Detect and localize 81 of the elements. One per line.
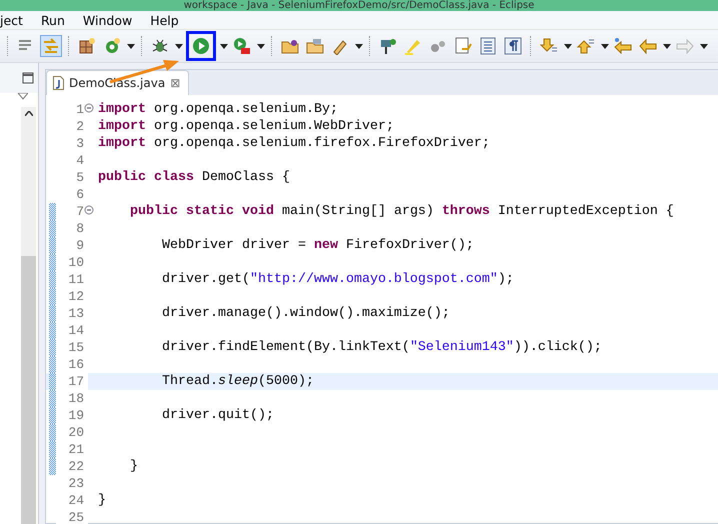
triangle-down-icon[interactable] <box>18 93 28 100</box>
caret-icon[interactable] <box>355 44 363 48</box>
line-number: 8 <box>76 221 84 236</box>
line-number: 7 <box>76 204 84 219</box>
line-number: 10 <box>68 255 84 270</box>
code-line: import org.openqa.selenium.WebDriver; <box>98 119 394 134</box>
line-number: 15 <box>68 340 84 355</box>
line-number: 3 <box>76 136 84 151</box>
code-line: public class DemoClass { <box>98 170 290 185</box>
code-line: import org.openqa.selenium.By; <box>98 102 338 117</box>
line-number: 25 <box>68 510 84 524</box>
circle-arrow-icon <box>103 37 121 55</box>
grid-icon <box>78 37 96 55</box>
code-line: } <box>128 459 138 474</box>
back-arrow-icon <box>614 37 632 55</box>
line-number: 16 <box>68 357 84 372</box>
back-arrow-icon <box>639 37 657 55</box>
line-number: 17 <box>68 374 84 389</box>
line-number: 5 <box>76 170 84 185</box>
line-number: 6 <box>76 187 84 202</box>
scrollbar[interactable] <box>21 107 36 524</box>
line-number: 9 <box>76 238 84 253</box>
code-line: WebDriver driver = new FirefoxDriver(); <box>160 238 474 253</box>
code-line: driver.manage().window().maximize(); <box>160 306 450 321</box>
line-number: 24 <box>68 493 84 508</box>
arrows-icon <box>42 37 60 55</box>
line-number: 23 <box>68 476 84 491</box>
toolbar-button[interactable] <box>502 35 524 57</box>
menu-item[interactable]: Run <box>40 12 65 28</box>
code-line: } <box>98 493 106 508</box>
bug-icon <box>151 37 169 55</box>
code-line: driver.get("http://www.omayo.blogspot.com"); <box>160 272 514 287</box>
code-line: driver.findElement(By.linkText("Selenium143")).click(); <box>160 340 602 355</box>
code-line: Thread.sleep(5000); <box>160 374 314 389</box>
menu-item[interactable]: Help <box>150 12 179 28</box>
up-arrow-icon <box>577 37 595 55</box>
java-file-icon <box>53 76 64 90</box>
caret-icon[interactable] <box>700 44 708 48</box>
document-arrow-icon <box>454 37 472 55</box>
line-number: 2 <box>76 119 84 134</box>
caret-icon[interactable] <box>220 44 228 48</box>
code-line: import org.openqa.selenium.firefox.FirefoxDriver; <box>98 136 490 151</box>
run-toolbox-icon <box>233 37 251 55</box>
menu-item[interactable]: Window <box>82 12 132 28</box>
run-icon <box>192 37 210 55</box>
line-number: 14 <box>68 323 84 338</box>
window-title: workspace - Java - SeleniumFirefoxDemo/src/DemoClass.java - Eclipse <box>184 0 534 11</box>
line-number: 19 <box>68 408 84 423</box>
menu-item[interactable]: ject <box>0 12 23 28</box>
line-number: 12 <box>68 289 84 304</box>
caret-icon[interactable] <box>601 44 609 48</box>
scroll-up-icon[interactable] <box>24 111 32 116</box>
caret-icon[interactable] <box>564 44 572 48</box>
line-number: 22 <box>68 459 84 474</box>
line-number: 13 <box>68 306 84 321</box>
line-number: 18 <box>68 391 84 406</box>
flashlight-icon <box>379 37 397 55</box>
line-number: 1 <box>76 102 84 117</box>
caret-icon[interactable] <box>127 44 135 48</box>
folder-icon <box>306 37 324 55</box>
caret-icon[interactable] <box>175 44 183 48</box>
code-line: public static void main(String[] args) throws InterruptedException { <box>128 204 674 219</box>
close-button[interactable]: ⊠ <box>170 76 180 90</box>
forward-arrow-icon <box>676 37 694 55</box>
collapse-icon[interactable] <box>84 103 94 113</box>
line-number: 20 <box>68 425 84 440</box>
line-number: 21 <box>68 442 84 457</box>
code-line: driver.quit(); <box>160 408 274 423</box>
toolbar-button[interactable] <box>186 31 216 61</box>
editor-tab[interactable]: DemoClass.java ⊠ <box>46 70 190 95</box>
list-icon <box>479 37 497 55</box>
scroll-thumb[interactable] <box>21 256 36 524</box>
caret-icon[interactable] <box>663 44 671 48</box>
line-number: 11 <box>68 272 84 287</box>
line-number: 4 <box>76 153 84 168</box>
highlighter-icon <box>404 37 422 55</box>
pilcrow-icon <box>504 37 522 55</box>
collapse-icon[interactable] <box>84 205 94 215</box>
caret-icon[interactable] <box>257 44 265 48</box>
maximize-icon[interactable] <box>22 72 34 84</box>
folder-icon <box>281 37 299 55</box>
